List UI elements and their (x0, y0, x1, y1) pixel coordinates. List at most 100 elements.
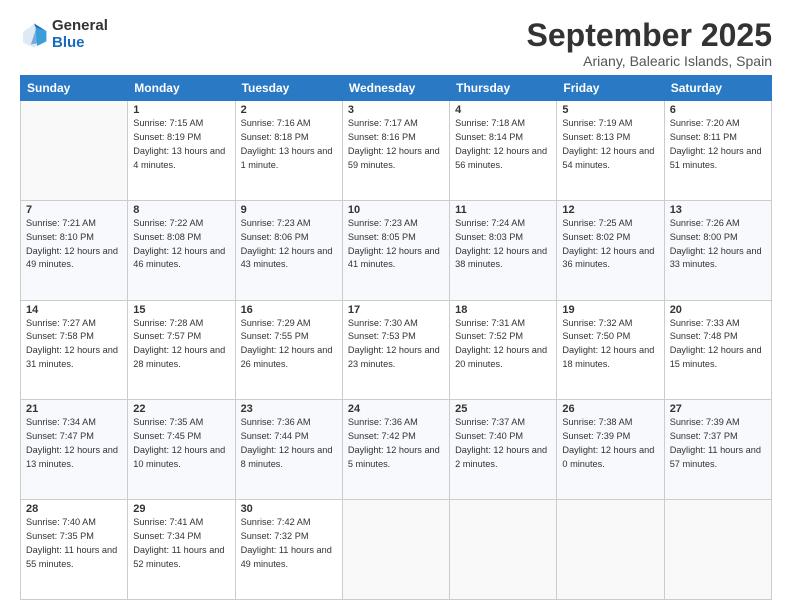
day-number: 21 (26, 403, 122, 415)
day-info: Sunrise: 7:37 AMSunset: 7:40 PMDaylight:… (455, 417, 547, 468)
day-number: 3 (348, 104, 444, 116)
day-cell: 5 Sunrise: 7:19 AMSunset: 8:13 PMDayligh… (557, 101, 664, 201)
day-number: 12 (562, 204, 658, 216)
day-info: Sunrise: 7:17 AMSunset: 8:16 PMDaylight:… (348, 118, 440, 169)
day-number: 20 (670, 304, 766, 316)
day-info: Sunrise: 7:20 AMSunset: 8:11 PMDaylight:… (670, 118, 762, 169)
day-cell: 10 Sunrise: 7:23 AMSunset: 8:05 PMDaylig… (342, 200, 449, 300)
day-cell: 26 Sunrise: 7:38 AMSunset: 7:39 PMDaylig… (557, 400, 664, 500)
day-number: 27 (670, 403, 766, 415)
week-row-1: 1 Sunrise: 7:15 AMSunset: 8:19 PMDayligh… (21, 101, 772, 201)
day-number: 4 (455, 104, 551, 116)
week-row-4: 21 Sunrise: 7:34 AMSunset: 7:47 PMDaylig… (21, 400, 772, 500)
day-info: Sunrise: 7:35 AMSunset: 7:45 PMDaylight:… (133, 417, 225, 468)
day-info: Sunrise: 7:39 AMSunset: 7:37 PMDaylight:… (670, 417, 761, 468)
day-info: Sunrise: 7:16 AMSunset: 8:18 PMDaylight:… (241, 118, 333, 169)
day-number: 2 (241, 104, 337, 116)
day-info: Sunrise: 7:24 AMSunset: 8:03 PMDaylight:… (455, 218, 547, 269)
day-info: Sunrise: 7:41 AMSunset: 7:34 PMDaylight:… (133, 517, 224, 568)
day-number: 25 (455, 403, 551, 415)
day-info: Sunrise: 7:31 AMSunset: 7:52 PMDaylight:… (455, 318, 547, 369)
day-info: Sunrise: 7:23 AMSunset: 8:06 PMDaylight:… (241, 218, 333, 269)
day-cell: 25 Sunrise: 7:37 AMSunset: 7:40 PMDaylig… (450, 400, 557, 500)
title-block: September 2025 Ariany, Balearic Islands,… (527, 18, 772, 69)
day-info: Sunrise: 7:36 AMSunset: 7:44 PMDaylight:… (241, 417, 333, 468)
day-number: 6 (670, 104, 766, 116)
day-number: 24 (348, 403, 444, 415)
day-number: 14 (26, 304, 122, 316)
day-cell: 16 Sunrise: 7:29 AMSunset: 7:55 PMDaylig… (235, 300, 342, 400)
header-row: SundayMondayTuesdayWednesdayThursdayFrid… (21, 76, 772, 101)
day-info: Sunrise: 7:28 AMSunset: 7:57 PMDaylight:… (133, 318, 225, 369)
day-number: 22 (133, 403, 229, 415)
day-cell: 12 Sunrise: 7:25 AMSunset: 8:02 PMDaylig… (557, 200, 664, 300)
day-number: 13 (670, 204, 766, 216)
day-info: Sunrise: 7:25 AMSunset: 8:02 PMDaylight:… (562, 218, 654, 269)
logo: General Blue (20, 18, 108, 51)
day-number: 5 (562, 104, 658, 116)
calendar-table: SundayMondayTuesdayWednesdayThursdayFrid… (20, 75, 772, 600)
day-info: Sunrise: 7:30 AMSunset: 7:53 PMDaylight:… (348, 318, 440, 369)
day-cell: 1 Sunrise: 7:15 AMSunset: 8:19 PMDayligh… (128, 101, 235, 201)
day-number: 9 (241, 204, 337, 216)
day-cell (21, 101, 128, 201)
day-cell: 24 Sunrise: 7:36 AMSunset: 7:42 PMDaylig… (342, 400, 449, 500)
day-cell (557, 500, 664, 600)
day-cell: 30 Sunrise: 7:42 AMSunset: 7:32 PMDaylig… (235, 500, 342, 600)
logo-blue: Blue (52, 35, 108, 52)
day-cell: 27 Sunrise: 7:39 AMSunset: 7:37 PMDaylig… (664, 400, 771, 500)
day-cell: 15 Sunrise: 7:28 AMSunset: 7:57 PMDaylig… (128, 300, 235, 400)
day-cell: 23 Sunrise: 7:36 AMSunset: 7:44 PMDaylig… (235, 400, 342, 500)
day-info: Sunrise: 7:40 AMSunset: 7:35 PMDaylight:… (26, 517, 117, 568)
header-cell-saturday: Saturday (664, 76, 771, 101)
day-info: Sunrise: 7:36 AMSunset: 7:42 PMDaylight:… (348, 417, 440, 468)
day-number: 29 (133, 503, 229, 515)
day-number: 30 (241, 503, 337, 515)
day-cell: 4 Sunrise: 7:18 AMSunset: 8:14 PMDayligh… (450, 101, 557, 201)
day-number: 26 (562, 403, 658, 415)
day-cell: 14 Sunrise: 7:27 AMSunset: 7:58 PMDaylig… (21, 300, 128, 400)
calendar-body: 1 Sunrise: 7:15 AMSunset: 8:19 PMDayligh… (21, 101, 772, 600)
calendar-title: September 2025 (527, 18, 772, 53)
header-cell-friday: Friday (557, 76, 664, 101)
day-info: Sunrise: 7:18 AMSunset: 8:14 PMDaylight:… (455, 118, 547, 169)
day-info: Sunrise: 7:38 AMSunset: 7:39 PMDaylight:… (562, 417, 654, 468)
day-number: 7 (26, 204, 122, 216)
day-number: 19 (562, 304, 658, 316)
day-info: Sunrise: 7:23 AMSunset: 8:05 PMDaylight:… (348, 218, 440, 269)
calendar-header: SundayMondayTuesdayWednesdayThursdayFrid… (21, 76, 772, 101)
day-cell: 11 Sunrise: 7:24 AMSunset: 8:03 PMDaylig… (450, 200, 557, 300)
day-number: 8 (133, 204, 229, 216)
day-info: Sunrise: 7:19 AMSunset: 8:13 PMDaylight:… (562, 118, 654, 169)
day-info: Sunrise: 7:42 AMSunset: 7:32 PMDaylight:… (241, 517, 332, 568)
day-info: Sunrise: 7:21 AMSunset: 8:10 PMDaylight:… (26, 218, 118, 269)
logo-icon (20, 21, 48, 49)
calendar-page: General Blue September 2025 Ariany, Bale… (0, 0, 792, 612)
day-number: 10 (348, 204, 444, 216)
day-number: 23 (241, 403, 337, 415)
logo-text: General Blue (52, 18, 108, 51)
day-cell: 9 Sunrise: 7:23 AMSunset: 8:06 PMDayligh… (235, 200, 342, 300)
day-cell (342, 500, 449, 600)
week-row-5: 28 Sunrise: 7:40 AMSunset: 7:35 PMDaylig… (21, 500, 772, 600)
day-cell (450, 500, 557, 600)
day-cell: 17 Sunrise: 7:30 AMSunset: 7:53 PMDaylig… (342, 300, 449, 400)
header-cell-monday: Monday (128, 76, 235, 101)
day-info: Sunrise: 7:33 AMSunset: 7:48 PMDaylight:… (670, 318, 762, 369)
day-cell: 21 Sunrise: 7:34 AMSunset: 7:47 PMDaylig… (21, 400, 128, 500)
logo-general: General (52, 18, 108, 35)
day-number: 17 (348, 304, 444, 316)
day-cell: 2 Sunrise: 7:16 AMSunset: 8:18 PMDayligh… (235, 101, 342, 201)
day-cell: 8 Sunrise: 7:22 AMSunset: 8:08 PMDayligh… (128, 200, 235, 300)
day-number: 18 (455, 304, 551, 316)
day-cell: 18 Sunrise: 7:31 AMSunset: 7:52 PMDaylig… (450, 300, 557, 400)
day-cell: 28 Sunrise: 7:40 AMSunset: 7:35 PMDaylig… (21, 500, 128, 600)
day-number: 16 (241, 304, 337, 316)
header: General Blue September 2025 Ariany, Bale… (20, 18, 772, 69)
day-number: 1 (133, 104, 229, 116)
day-info: Sunrise: 7:29 AMSunset: 7:55 PMDaylight:… (241, 318, 333, 369)
header-cell-wednesday: Wednesday (342, 76, 449, 101)
header-cell-sunday: Sunday (21, 76, 128, 101)
header-cell-thursday: Thursday (450, 76, 557, 101)
header-cell-tuesday: Tuesday (235, 76, 342, 101)
